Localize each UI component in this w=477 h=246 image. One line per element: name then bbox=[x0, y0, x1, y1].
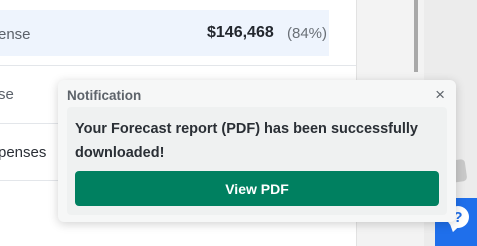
row-percent: (84%) bbox=[287, 25, 328, 42]
row-label: ense bbox=[0, 26, 31, 43]
row-label: penses bbox=[0, 144, 47, 161]
row-amount: $146,468 bbox=[207, 24, 274, 41]
row-divider bbox=[0, 65, 356, 66]
view-pdf-button[interactable]: View PDF bbox=[75, 171, 439, 206]
notification-title: Notification bbox=[67, 88, 142, 103]
row-label: se bbox=[0, 86, 14, 103]
notification-toast: Notification × Your Forecast report (PDF… bbox=[58, 80, 456, 222]
table-row-highlight bbox=[0, 10, 329, 56]
notification-body: Your Forecast report (PDF) has been succ… bbox=[67, 107, 447, 215]
close-icon[interactable]: × bbox=[435, 86, 445, 104]
scrollbar-thumb[interactable] bbox=[414, 0, 418, 72]
notification-message: Your Forecast report (PDF) has been succ… bbox=[75, 121, 418, 161]
